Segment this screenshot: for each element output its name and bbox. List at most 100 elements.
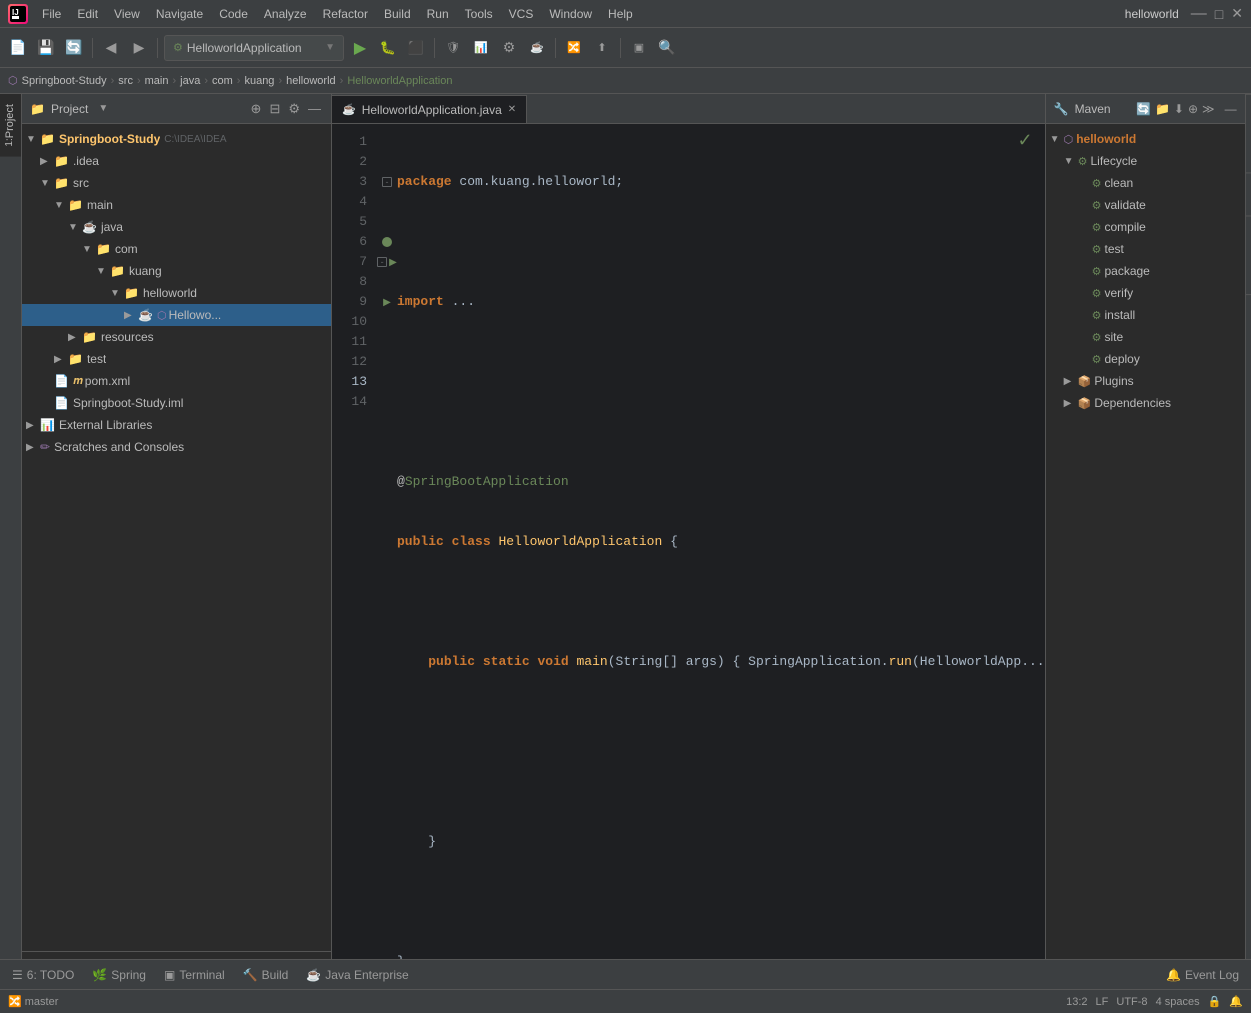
menu-refactor[interactable]: Refactor — [317, 5, 374, 23]
breadcrumb-java[interactable]: java — [180, 75, 200, 87]
tree-item-helloworldapp[interactable]: ▶ ☕ ⬡ Hellowo... — [22, 304, 331, 326]
forward-btn[interactable]: ▶ — [127, 36, 151, 60]
breadcrumb-src[interactable]: src — [118, 75, 133, 87]
maven-add-icon[interactable]: ⊕ — [1188, 102, 1198, 116]
breadcrumb-main[interactable]: main — [145, 75, 169, 87]
collapse-all-icon[interactable]: ⊟ — [267, 99, 282, 119]
arrow-main[interactable]: ▼ — [54, 200, 68, 211]
terminal-btn[interactable]: ▣ — [627, 36, 651, 60]
tree-item-scratches[interactable]: ▶ ✏ Scratches and Consoles — [22, 436, 331, 458]
close-panel-icon[interactable]: — — [306, 99, 323, 119]
maven-item-deploy[interactable]: ⚙ deploy — [1046, 348, 1245, 370]
arrow-src[interactable]: ▼ — [40, 178, 54, 189]
tree-item-test[interactable]: ▶ 📁 test — [22, 348, 331, 370]
maven-item-root[interactable]: ▼ ⬡ helloworld — [1046, 128, 1245, 150]
annotation-marker[interactable] — [382, 237, 392, 247]
arrow-helloworld[interactable]: ▼ — [110, 288, 124, 299]
fold-class[interactable]: - — [377, 257, 387, 267]
arrow-idea[interactable]: ▶ — [40, 156, 54, 167]
tree-item-external-libs[interactable]: ▶ 📊 External Libraries — [22, 414, 331, 436]
tree-item-helloworld[interactable]: ▼ 📁 helloworld — [22, 282, 331, 304]
tree-item-resources[interactable]: ▶ 📁 resources — [22, 326, 331, 348]
project-panel-tab[interactable]: 1:Project — [0, 94, 21, 157]
spring-tab[interactable]: 🌿 Spring — [84, 962, 154, 988]
menu-window[interactable]: Window — [543, 5, 598, 23]
line-separator[interactable]: LF — [1096, 996, 1109, 1008]
maven-item-compile[interactable]: ⚙ compile — [1046, 216, 1245, 238]
arrow-resources[interactable]: ▶ — [68, 332, 82, 343]
menu-view[interactable]: View — [108, 5, 146, 23]
run-config-dropdown[interactable]: ⚙ HelloworldApplication ▼ — [164, 35, 344, 61]
update-btn[interactable]: ⬆ — [590, 36, 614, 60]
new-file-btn[interactable]: 📄 — [6, 36, 30, 60]
breadcrumb-file[interactable]: HelloworldApplication — [347, 75, 452, 87]
cursor-position[interactable]: 13:2 — [1066, 996, 1087, 1008]
close-btn[interactable]: ✕ — [1231, 5, 1243, 22]
vcs-btn[interactable]: 🔀 — [562, 36, 586, 60]
back-btn[interactable]: ◀ — [99, 36, 123, 60]
profile-btn[interactable]: 📊 — [469, 36, 493, 60]
tree-item-root[interactable]: ▼ 📁 Springboot-Study C:\IDEA\IDEA — [22, 128, 331, 150]
menu-edit[interactable]: Edit — [71, 5, 104, 23]
maven-item-package[interactable]: ⚙ package — [1046, 260, 1245, 282]
add-icon[interactable]: ⊕ — [249, 99, 264, 119]
todo-tab[interactable]: ☰ 6: TODO — [4, 962, 82, 988]
maven-item-validate[interactable]: ⚙ validate — [1046, 194, 1245, 216]
debug-btn[interactable]: 🐛 — [376, 36, 400, 60]
tab-close-btn[interactable]: ✕ — [508, 104, 516, 115]
breadcrumb-kuang[interactable]: kuang — [244, 75, 274, 87]
menu-code[interactable]: Code — [213, 5, 254, 23]
structure-tab[interactable]: 7: Structure — [1246, 94, 1251, 172]
database-tab[interactable]: Database — [1246, 294, 1251, 362]
arrow-kuang[interactable]: ▼ — [96, 266, 110, 277]
indent-info[interactable]: 4 spaces — [1156, 996, 1200, 1008]
save-btn[interactable]: 💾 — [34, 36, 58, 60]
web-tab[interactable]: Web — [1246, 172, 1251, 215]
tree-item-idea[interactable]: ▶ 📁 .idea — [22, 150, 331, 172]
breadcrumb-project[interactable]: Springboot-Study — [22, 75, 107, 87]
maven-item-test[interactable]: ⚙ test — [1046, 238, 1245, 260]
menu-help[interactable]: Help — [602, 5, 639, 23]
maven-more-icon[interactable]: ≫ — [1202, 102, 1215, 116]
editor-tab-main[interactable]: ☕ HelloworldApplication.java ✕ — [332, 95, 527, 123]
minimize-btn[interactable]: — — [1191, 5, 1207, 23]
tree-item-src[interactable]: ▼ 📁 src — [22, 172, 331, 194]
breadcrumb-root[interactable]: ⬡ — [8, 74, 18, 87]
menu-vcs[interactable]: VCS — [503, 5, 540, 23]
code-content[interactable]: package com.kuang.helloworld; import ...… — [397, 124, 1045, 959]
maven-folder-icon[interactable]: 📁 — [1155, 102, 1170, 116]
maven-download-icon[interactable]: ⬇ — [1174, 102, 1184, 116]
sync-btn[interactable]: 🔄 — [62, 36, 86, 60]
java-enterprise-tab[interactable]: ☕ Java Enterprise — [298, 962, 416, 988]
maven-item-plugins[interactable]: ▶ 📦 Plugins — [1046, 370, 1245, 392]
menu-navigate[interactable]: Navigate — [150, 5, 209, 23]
fold-import[interactable]: - — [382, 177, 392, 187]
maven-item-clean[interactable]: ⚙ clean — [1046, 172, 1245, 194]
stop-btn[interactable]: ⬛ — [404, 36, 428, 60]
favorites-tab[interactable]: 2: Favorites — [1246, 215, 1251, 293]
maven-item-verify[interactable]: ⚙ verify — [1046, 282, 1245, 304]
arrow-com[interactable]: ▼ — [82, 244, 96, 255]
sdk-btn[interactable]: ☕ — [525, 36, 549, 60]
event-log-tab[interactable]: 🔔 Event Log — [1158, 962, 1247, 988]
notifications-icon[interactable]: 🔔 — [1229, 995, 1243, 1008]
tree-item-java[interactable]: ▼ ☕ java — [22, 216, 331, 238]
arrow-java[interactable]: ▼ — [68, 222, 82, 233]
settings-panel-icon[interactable]: ⚙ — [286, 99, 302, 119]
encoding[interactable]: UTF-8 — [1116, 996, 1147, 1008]
maven-item-install[interactable]: ⚙ install — [1046, 304, 1245, 326]
maven-refresh-icon[interactable]: 🔄 — [1136, 102, 1151, 116]
tree-item-main[interactable]: ▼ 📁 main — [22, 194, 331, 216]
search-btn[interactable]: 🔍 — [655, 36, 679, 60]
run-method-arrow[interactable]: ▶ — [383, 297, 391, 308]
arrow-scratches[interactable]: ▶ — [26, 442, 40, 453]
tree-item-kuang[interactable]: ▼ 📁 kuang — [22, 260, 331, 282]
menu-analyze[interactable]: Analyze — [258, 5, 313, 23]
arrow-root[interactable]: ▼ — [26, 134, 40, 145]
arrow-helloworldapp[interactable]: ▶ — [124, 310, 138, 321]
menu-file[interactable]: File — [36, 5, 67, 23]
project-scrollbar[interactable] — [22, 951, 331, 959]
coverage-btn[interactable]: 🛡 — [441, 36, 465, 60]
settings-btn[interactable]: ⚙ — [497, 36, 521, 60]
menu-build[interactable]: Build — [378, 5, 417, 23]
